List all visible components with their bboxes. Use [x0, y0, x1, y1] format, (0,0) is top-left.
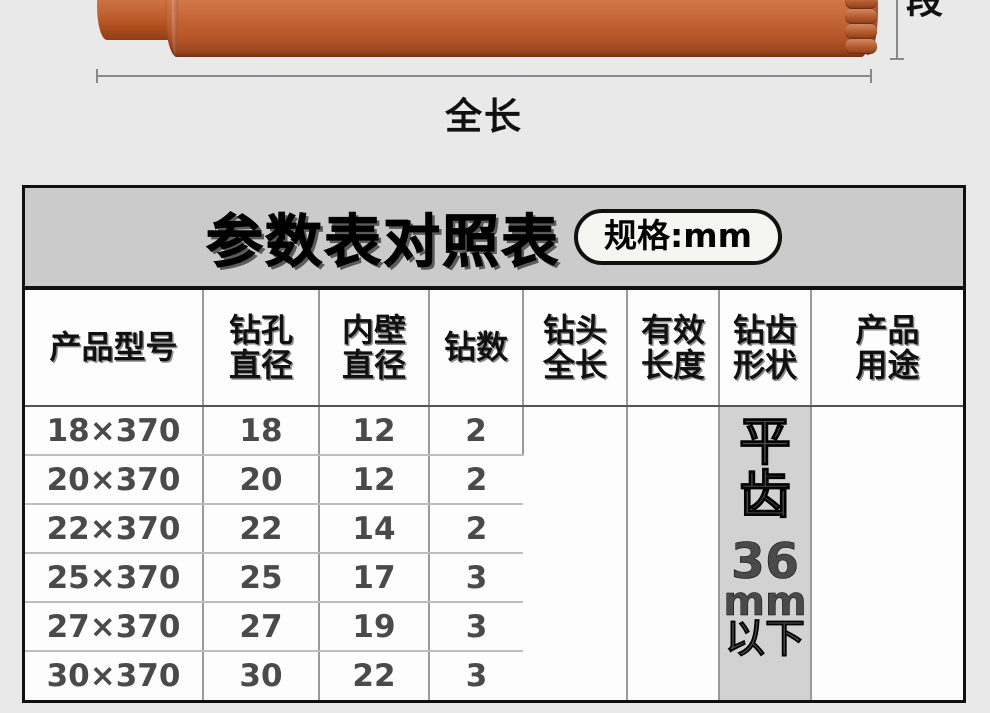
header-row: 产品型号 钻孔 直径 内壁 直径 钻数 钻头 全长 有效 长度 钻齿 形状 产品… — [25, 290, 963, 407]
cell-inner-wall-diameter: 22 — [319, 651, 430, 700]
column-header-drill-total-length: 钻头 全长 — [523, 290, 628, 407]
column-header-drill-count: 钻数 — [429, 290, 524, 407]
cell-drill-count: 2 — [429, 455, 523, 505]
diameter-dimension-line — [890, 0, 904, 60]
tooth-shape-size-qualifier: 以下 — [724, 615, 806, 662]
column-header-model: 产品型号 — [25, 290, 204, 407]
tooth-shape-main-text: 平齿 — [738, 413, 791, 527]
cell-inner-wall-diameter: 12 — [319, 455, 430, 505]
cell-model: 20×370 — [25, 455, 204, 505]
cell-model: 30×370 — [25, 651, 204, 700]
cell-hole-diameter: 27 — [203, 602, 320, 652]
column-header-product-use: 产品 用途 — [811, 290, 963, 407]
spec-grid-header: 产品型号 钻孔 直径 内壁 直径 钻数 钻头 全长 有效 长度 钻齿 形状 产品… — [25, 290, 963, 407]
cell-drill-count: 3 — [429, 553, 523, 603]
column-header-tooth-shape: 钻齿 形状 — [719, 290, 812, 407]
table-title-band: 参数表对照表 规格:mm — [25, 188, 963, 290]
cell-hole-diameter: 25 — [203, 553, 320, 603]
overall-length-dimension-line — [96, 69, 872, 83]
overall-length-label: 全长 — [445, 95, 523, 138]
tooth-shape-size: 36 mm 以下 — [723, 537, 807, 662]
cell-model: 22×370 — [25, 504, 204, 554]
cell-hole-diameter: 22 — [203, 504, 320, 554]
cell-hole-diameter: 30 — [203, 651, 320, 700]
cell-hole-diameter: 18 — [203, 406, 320, 456]
cell-drill-count: 3 — [465, 658, 488, 694]
cell-drill-count: 2 — [429, 504, 523, 554]
spec-grid-body: 18×370 18 12 2 平齿 36 mm 以下 20×370 20 12 … — [25, 406, 963, 700]
table-title: 参数表对照表 — [206, 209, 561, 276]
unit-badge: 规格:mm — [574, 208, 782, 266]
cell-hole-diameter: 20 — [203, 455, 320, 505]
cell-inner-wall-diameter: 14 — [319, 504, 430, 554]
diameter-label: 段 — [906, 0, 943, 22]
cell-model: 18×370 — [25, 406, 204, 456]
column-header-hole-diameter: 钻孔 直径 — [203, 290, 320, 407]
drill-barrel — [165, 0, 873, 57]
cell-product-use-merged — [811, 406, 963, 700]
spec-grid: 产品型号 钻孔 直径 内壁 直径 钻数 钻头 全长 有效 长度 钻齿 形状 产品… — [25, 290, 963, 700]
cell-inner-wall-diameter: 17 — [319, 553, 430, 603]
cell-tooth-shape-merged: 平齿 36 mm 以下 — [719, 406, 812, 700]
drill-teeth — [845, 0, 879, 54]
parameter-comparison-table: 参数表对照表 规格:mm 产品型号 钻孔 直径 内壁 直径 钻数 钻头 全长 有… — [22, 185, 966, 703]
cell-inner-wall-diameter: 12 — [319, 406, 430, 456]
cell-model: 27×370 — [25, 602, 204, 652]
cell-model: 25×370 — [25, 553, 204, 603]
cell-drill-count: 3 — [429, 602, 523, 652]
column-header-inner-wall-diameter: 内壁 直径 — [319, 290, 430, 407]
cell-inner-wall-diameter: 19 — [319, 602, 430, 652]
cell-effective-length-merged — [627, 406, 720, 700]
table-row: 18×370 18 12 2 平齿 36 mm 以下 — [25, 406, 963, 700]
product-illustration: 全长 段 — [0, 0, 990, 170]
cell-drill-count: 2 — [429, 406, 524, 456]
cell-drill-total-length-merged — [523, 406, 628, 700]
column-header-effective-length: 有效 长度 — [627, 290, 720, 407]
